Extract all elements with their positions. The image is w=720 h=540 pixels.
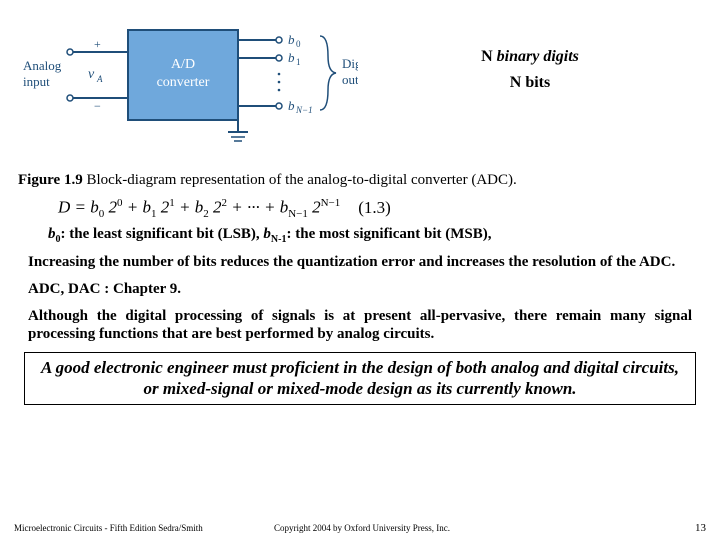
svg-text:output: output bbox=[342, 72, 358, 87]
n-binary-digits-text: binary digits bbox=[497, 48, 579, 65]
svg-text:Digital: Digital bbox=[342, 56, 358, 71]
svg-text:1: 1 bbox=[296, 57, 301, 67]
svg-text:+: + bbox=[94, 37, 101, 51]
adc-block-diagram: A/D converter + − v A Analog input bbox=[18, 10, 358, 160]
figure-caption: Figure 1.9 Block-diagram representation … bbox=[18, 172, 702, 189]
paragraph-quantization: Increasing the number of bits reduces th… bbox=[28, 253, 692, 272]
side-annotations: N binary digits N bits bbox=[358, 10, 702, 100]
footer-page-number: 13 bbox=[676, 522, 706, 534]
slide-footer: Microelectronic Circuits - Fifth Edition… bbox=[0, 522, 720, 534]
svg-text:Analog: Analog bbox=[23, 58, 62, 73]
paragraph-analog-processing: Although the digital processing of signa… bbox=[28, 307, 692, 345]
svg-text:−: − bbox=[94, 99, 101, 113]
svg-text:N−1: N−1 bbox=[295, 105, 313, 115]
figure-number: Figure 1.9 bbox=[18, 172, 83, 188]
svg-text:A/D: A/D bbox=[171, 57, 195, 72]
svg-text:b: b bbox=[288, 98, 295, 113]
n-binary-digits-n: N bbox=[481, 48, 497, 65]
svg-text:A: A bbox=[96, 74, 103, 84]
svg-text:input: input bbox=[23, 74, 50, 89]
svg-text:converter: converter bbox=[157, 75, 210, 90]
footer-copyright: Copyright 2004 by Oxford University Pres… bbox=[274, 523, 676, 533]
equation-1-3: D = b0 20 + b1 21 + b2 22 + ··· + bN−1 2… bbox=[58, 197, 702, 220]
svg-text:0: 0 bbox=[296, 39, 301, 49]
highlight-box: A good electronic engineer must proficie… bbox=[24, 352, 696, 405]
footer-book-title: Microelectronic Circuits - Fifth Edition… bbox=[14, 523, 274, 533]
equation-number: (1.3) bbox=[358, 198, 391, 217]
figure-text: Block-diagram representation of the anal… bbox=[83, 172, 517, 188]
paragraph-chapter-ref: ADC, DAC : Chapter 9. bbox=[28, 280, 692, 299]
svg-text:v: v bbox=[88, 67, 95, 82]
n-bits-label: N bits bbox=[358, 74, 702, 92]
bit-significance-line: b0: the least significant bit (LSB), bN-… bbox=[48, 226, 702, 245]
svg-text:b: b bbox=[288, 50, 295, 65]
svg-text:b: b bbox=[288, 32, 295, 47]
